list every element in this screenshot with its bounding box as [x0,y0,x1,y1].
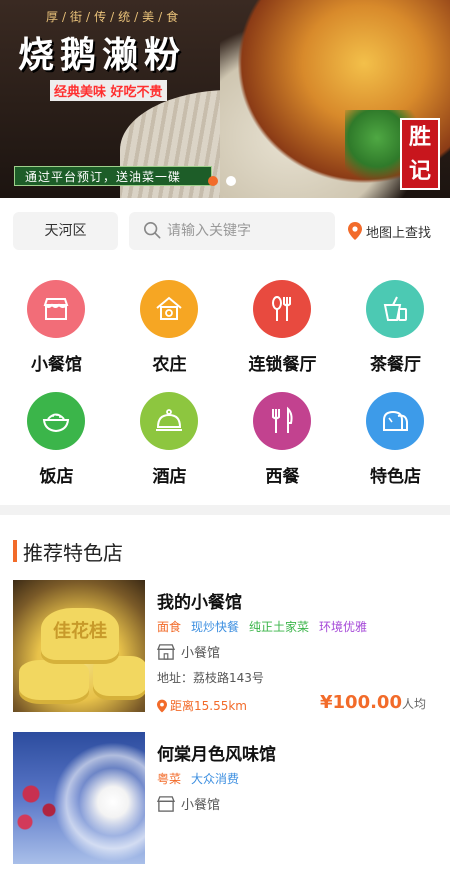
cake-image [93,656,145,696]
banner-notice: 通过平台预订，送油菜一碟 [14,166,212,186]
district-selector[interactable]: 天河区 [13,212,118,250]
category-label: 农庄 [152,355,187,375]
category-grid: 小餐馆 农庄 连锁餐厅 茶餐厅 饭店 酒店 西餐 特色店 [0,270,450,495]
shop-tag: 大众消费 [191,772,240,786]
cake-image [19,660,89,700]
category-label: 酒店 [152,467,187,487]
search-input[interactable] [167,212,327,250]
banner-brand-seal: 胜记 [400,118,440,190]
section-accent-bar [13,540,17,562]
shop-name[interactable]: 何棠月色风味馆 [157,740,276,765]
shop-tag: 纯正土家菜 [249,620,310,634]
shop-tag: 粤菜 [157,772,182,786]
banner-slogan: 经典美味 好吃不贵 [50,80,167,101]
category-label: 特色店 [370,467,421,487]
blossom-branch-image [13,762,73,842]
shop-type-label: 小餐馆 [181,798,221,813]
farmhouse-icon [156,296,182,320]
location-pin-icon [157,699,167,712]
section-divider [0,505,450,515]
shop-card[interactable]: 佳花桂 我的小餐馆 面食 现炒快餐 纯正土家菜 环境优雅 小餐馆 地址：荔枝路1… [0,580,450,720]
shop-distance-text: 距离15.55km [170,699,247,713]
search-row: 天河区 地图上查找 [0,212,450,250]
recommended-section-title: 推荐特色店 [13,538,123,565]
shop-address: 地址：荔枝路143号 [157,671,264,685]
shop-thumbnail[interactable] [13,732,145,864]
location-pin-icon [348,222,362,240]
section-title-text: 推荐特色店 [23,540,123,565]
drink-icon [383,296,407,321]
category-small-restaurant[interactable]: 小餐馆 [0,270,113,380]
category-label: 饭店 [39,467,74,487]
rice-bowl-icon [42,413,70,433]
search-icon [143,221,161,239]
category-label: 茶餐厅 [370,355,421,375]
shop-name[interactable]: 我的小餐馆 [157,588,242,613]
category-icon-bg [366,392,424,450]
store-icon [157,795,175,812]
shop-tag: 现炒快餐 [191,620,240,634]
shop-distance: 距离15.55km [157,697,247,714]
category-icon-bg [27,280,85,338]
category-icon-bg [253,392,311,450]
shop-tags: 粤菜 大众消费 [157,770,239,787]
category-icon-bg [140,280,198,338]
category-hotel[interactable]: 酒店 [113,382,226,492]
category-label: 西餐 [265,467,300,487]
promo-banner[interactable]: 厚/街/传/统/美/食 烧鹅濑粉 经典美味 好吃不贵 通过平台预订，送油菜一碟 … [0,0,450,198]
category-specialty-shop[interactable]: 特色店 [339,382,450,492]
shop-type: 小餐馆 [157,642,220,661]
shop-tag: 环境优雅 [319,620,368,634]
cake-image: 佳花桂 [41,608,119,660]
store-icon [157,643,175,660]
shop-price: ¥100.00人均 [320,692,426,713]
category-tea-restaurant[interactable]: 茶餐厅 [339,270,450,380]
shop-card[interactable]: 何棠月色风味馆 粤菜 大众消费 小餐馆 [0,732,450,872]
category-icon-bg [253,280,311,338]
banner-title: 烧鹅濑粉 [18,34,187,76]
shop-tag: 面食 [157,620,182,634]
search-box[interactable] [129,212,335,250]
bread-icon [383,410,408,431]
shop-price-value: ¥100.00 [320,692,402,713]
shop-type: 小餐馆 [157,794,220,813]
shop-tags: 面食 现炒快餐 纯正土家菜 环境优雅 [157,618,367,635]
category-icon-bg [366,280,424,338]
banner-pagination [208,176,236,186]
category-icon-bg [140,392,198,450]
cloche-icon [156,409,182,431]
pagination-dot-active[interactable] [208,176,218,186]
cutlery-icon [272,296,291,321]
store-icon [43,298,69,320]
category-farmhouse[interactable]: 农庄 [113,270,226,380]
map-search-link[interactable]: 地图上查找 [348,212,431,250]
category-restaurant[interactable]: 饭店 [0,382,113,492]
category-label: 小餐馆 [31,355,82,375]
category-chain-restaurant[interactable]: 连锁餐厅 [226,270,339,380]
category-western-food[interactable]: 西餐 [226,382,339,492]
shop-type-label: 小餐馆 [181,646,221,661]
shop-thumbnail[interactable]: 佳花桂 [13,580,145,712]
shop-price-unit: 人均 [401,697,426,711]
map-search-label: 地图上查找 [366,225,432,241]
category-label: 连锁餐厅 [248,355,317,375]
pagination-dot[interactable] [226,176,236,186]
banner-tagline: 厚/街/传/统/美/食 [46,10,183,24]
fork-knife-icon [272,406,293,433]
category-icon-bg [27,392,85,450]
